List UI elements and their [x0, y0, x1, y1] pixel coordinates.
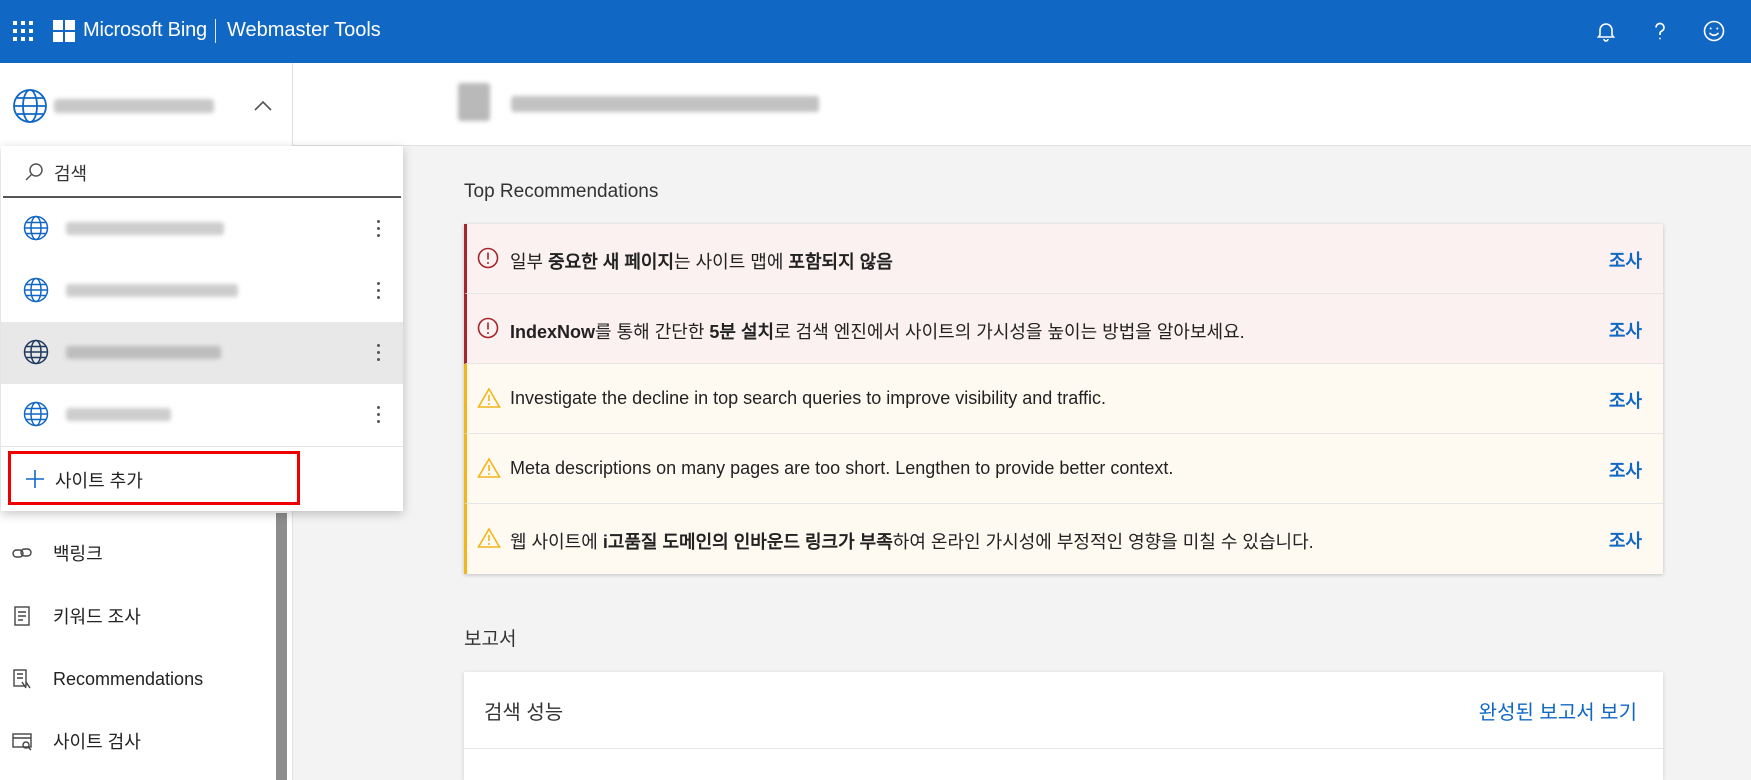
site-name [66, 408, 171, 421]
report-card-title: 검색 성능 [484, 702, 564, 724]
nav-label: 키워드 조사 [53, 607, 141, 627]
warning-icon [477, 527, 501, 548]
document-icon [10, 604, 34, 628]
more-options-icon[interactable] [369, 403, 389, 427]
recommendation-text: Investigate the decline in top search qu… [510, 388, 1106, 408]
recommendations-list: 일부 중요한 새 페이지는 사이트 맵에 포함되지 않음 조사 IndexNow… [464, 224, 1663, 574]
globe-icon [23, 215, 49, 241]
site-favicon [458, 83, 490, 121]
nav-keyword-research[interactable]: 키워드 조사 [0, 590, 275, 642]
site-url [511, 96, 819, 112]
site-dropdown: 검색 사이트 추가 [1, 146, 403, 511]
bell-icon[interactable] [1592, 17, 1620, 45]
view-full-report-link[interactable]: 완성된 보고서 보기 [1479, 696, 1637, 725]
site-name [66, 222, 224, 235]
investigate-link[interactable]: 조사 [1609, 317, 1642, 343]
globe-icon [23, 339, 49, 365]
recommendation-item: IndexNow를 통해 간단한 5분 설치로 검색 엔진에서 사이트의 가시성… [464, 294, 1663, 364]
nav-label: Recommendations [53, 668, 204, 689]
site-selector[interactable] [0, 63, 292, 145]
apps-icon[interactable] [13, 21, 33, 41]
site-list-item[interactable] [1, 260, 403, 322]
recommendation-text: 웹 사이트에 i고품질 도메인의 인바운드 링크가 부족하여 온라인 가시성에 … [510, 532, 1314, 552]
site-list-item[interactable] [1, 198, 403, 260]
dropdown-divider [1, 446, 403, 447]
globe-icon [23, 401, 49, 427]
feedback-smiley-icon[interactable] [1700, 17, 1728, 45]
sidebar-scrollbar[interactable] [276, 513, 287, 780]
investigate-link[interactable]: 조사 [1609, 247, 1642, 273]
content-header [293, 63, 1751, 146]
top-recommendations-title: Top Recommendations [464, 181, 659, 202]
reports-title: 보고서 [464, 629, 517, 650]
site-list-item[interactable] [1, 384, 403, 446]
recommendation-item: Meta descriptions on many pages are too … [464, 434, 1663, 504]
investigate-link[interactable]: 조사 [1609, 457, 1642, 483]
chevron-up-icon[interactable] [253, 99, 273, 113]
site-name [66, 284, 238, 297]
nav-site-scan[interactable]: 사이트 검사 [0, 715, 275, 767]
brand-name[interactable]: Microsoft Bing [83, 19, 207, 42]
investigate-link[interactable]: 조사 [1609, 527, 1642, 553]
nav-recommendations[interactable]: Recommendations [0, 653, 275, 705]
current-site-name [54, 99, 214, 113]
warning-icon [477, 457, 501, 478]
report-icon [10, 667, 34, 691]
add-site-label: 사이트 추가 [55, 471, 143, 491]
recommendation-text: IndexNow를 통해 간단한 5분 설치로 검색 엔진에서 사이트의 가시성… [510, 322, 1245, 342]
site-list-item-selected[interactable] [1, 322, 403, 384]
warning-icon [477, 387, 501, 408]
more-options-icon[interactable] [369, 341, 389, 365]
site-search-input[interactable]: 검색 [3, 146, 401, 198]
top-bar: Microsoft Bing Webmaster Tools [0, 0, 1751, 63]
plus-icon [26, 470, 44, 488]
recommendation-text: 일부 중요한 새 페이지는 사이트 맵에 포함되지 않음 [510, 252, 893, 272]
recommendation-item: Investigate the decline in top search qu… [464, 364, 1663, 434]
brand-divider [215, 19, 216, 43]
globe-icon [13, 89, 47, 123]
add-site-button[interactable]: 사이트 추가 [8, 451, 300, 505]
site-name [66, 346, 221, 359]
nav-label: 백링크 [53, 544, 103, 564]
search-performance-card: 검색 성능 완성된 보고서 보기 [464, 672, 1663, 780]
nav-backlinks[interactable]: 백링크 [0, 527, 275, 579]
error-icon [477, 247, 499, 269]
link-icon [10, 541, 34, 565]
globe-icon [23, 277, 49, 303]
microsoft-logo[interactable] [53, 20, 75, 42]
search-placeholder: 검색 [54, 164, 88, 184]
nav-label: 사이트 검사 [53, 732, 141, 752]
help-icon[interactable] [1646, 17, 1674, 45]
search-icon [25, 163, 43, 181]
card-divider [464, 748, 1663, 749]
investigate-link[interactable]: 조사 [1609, 387, 1642, 413]
more-options-icon[interactable] [369, 279, 389, 303]
site-scan-icon [10, 729, 34, 753]
more-options-icon[interactable] [369, 217, 389, 241]
recommendation-item: 일부 중요한 새 페이지는 사이트 맵에 포함되지 않음 조사 [464, 224, 1663, 294]
product-name[interactable]: Webmaster Tools [227, 19, 381, 42]
recommendation-item: 웹 사이트에 i고품질 도메인의 인바운드 링크가 부족하여 온라인 가시성에 … [464, 504, 1663, 574]
recommendation-text: Meta descriptions on many pages are too … [510, 458, 1174, 478]
error-icon [477, 317, 499, 339]
